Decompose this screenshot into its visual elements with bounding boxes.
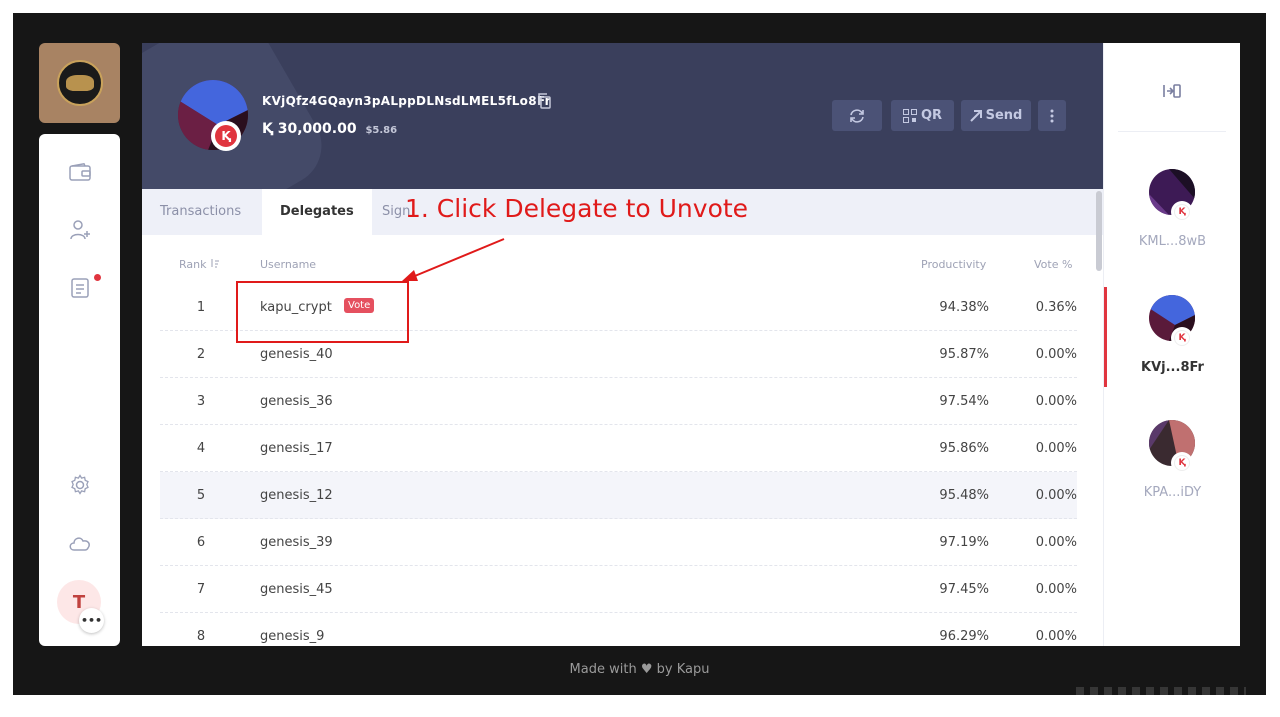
wallet-icon[interactable] <box>68 160 92 184</box>
send-label: Send <box>985 108 1023 123</box>
table-row[interactable]: 6 genesis_39 97.19% 0.00% <box>160 519 1077 566</box>
qr-icon <box>902 108 917 123</box>
username-cell[interactable]: genesis_40 <box>260 347 333 362</box>
wallet-heading: Ⱪ KVjQfz4GQayn3pALppDLNsdLMEL5fLo8Fr Ⱪ 3… <box>142 43 1103 189</box>
column-header-productivity[interactable]: Productivity <box>921 258 986 271</box>
scrollbar-thumb[interactable] <box>1096 191 1102 271</box>
productivity-cell: 96.29% <box>939 629 989 644</box>
rank-cell: 5 <box>196 488 206 503</box>
username-cell[interactable]: genesis_12 <box>260 488 333 503</box>
more-options-button[interactable]: ••• <box>79 608 104 633</box>
kapu-badge-icon: Ⱪ <box>1174 330 1190 346</box>
accounts-panel: Ⱪ KML...8wB Ⱪ KVj...8Fr Ⱪ KPA...iDY <box>1103 43 1240 646</box>
column-header-username[interactable]: Username <box>260 258 316 271</box>
username-cell[interactable]: genesis_45 <box>260 582 333 597</box>
send-button[interactable]: Send <box>961 100 1031 131</box>
add-contact-icon[interactable] <box>68 218 92 242</box>
send-arrow-icon <box>969 109 982 122</box>
vote-percent-cell: 0.00% <box>1035 394 1077 409</box>
account-name: KML...8wB <box>1138 234 1207 249</box>
account-name: KPA...iDY <box>1143 485 1202 500</box>
tab-delegates[interactable]: Delegates <box>262 189 372 235</box>
account-name: KVj...8Fr <box>1141 360 1204 375</box>
table-row[interactable]: 7 genesis_45 97.45% 0.00% <box>160 566 1077 613</box>
app-window: T ••• Ⱪ KVjQfz4GQayn3pALppDLNsdLMEL5fLo8… <box>13 13 1266 695</box>
logo-emblem-icon <box>56 60 103 106</box>
productivity-cell: 95.87% <box>939 347 989 362</box>
table-row[interactable]: 4 genesis_17 95.86% 0.00% <box>160 425 1077 472</box>
annotation-highlight-box <box>236 281 409 343</box>
rank-cell: 1 <box>196 300 206 315</box>
productivity-cell: 97.19% <box>939 535 989 550</box>
username-cell[interactable]: genesis_39 <box>260 535 333 550</box>
vote-percent-cell: 0.00% <box>1035 629 1077 644</box>
kapu-badge-icon: Ⱪ <box>1174 455 1190 471</box>
more-actions-button[interactable] <box>1038 100 1066 131</box>
balance-amount: 30,000.00 <box>277 121 357 137</box>
settings-gear-icon[interactable] <box>68 473 92 497</box>
productivity-cell: 97.54% <box>939 394 989 409</box>
qr-label: QR <box>920 108 943 123</box>
notification-dot <box>94 274 101 281</box>
sort-ascending-icon <box>211 259 219 268</box>
wallet-main-panel: Ⱪ KVjQfz4GQayn3pALppDLNsdLMEL5fLo8Fr Ⱪ 3… <box>142 43 1103 646</box>
productivity-cell: 94.38% <box>939 300 989 315</box>
productivity-cell: 95.86% <box>939 441 989 456</box>
column-header-rank[interactable]: Rank <box>179 258 220 271</box>
vote-percent-cell: 0.00% <box>1035 441 1077 456</box>
vote-percent-cell: 0.00% <box>1035 535 1077 550</box>
vote-percent-cell: 0.00% <box>1035 488 1077 503</box>
balance-fiat: $5.86 <box>365 125 398 136</box>
rank-cell: 6 <box>196 535 206 550</box>
username-cell[interactable]: genesis_17 <box>260 441 333 456</box>
table-row[interactable]: 5 genesis_12 95.48% 0.00% <box>160 472 1077 519</box>
rank-cell: 4 <box>196 441 206 456</box>
refresh-button[interactable] <box>832 100 882 131</box>
currency-symbol: Ⱪ <box>262 121 273 137</box>
username-cell[interactable]: genesis_9 <box>260 629 324 644</box>
productivity-cell: 97.45% <box>939 582 989 597</box>
rank-cell: 7 <box>196 582 206 597</box>
annotation-text: 1. Click Delegate to Unvote <box>405 194 749 223</box>
network-cloud-icon[interactable] <box>68 532 92 556</box>
table-row[interactable]: 8 genesis_9 96.29% 0.00% <box>160 613 1077 646</box>
vote-percent-cell: 0.36% <box>1035 300 1077 315</box>
copy-icon[interactable] <box>537 93 551 113</box>
vote-percent-cell: 0.00% <box>1035 582 1077 597</box>
collapse-sidebar-icon[interactable] <box>1162 83 1182 103</box>
wallet-balance: Ⱪ 30,000.00 $5.86 <box>262 121 397 137</box>
vote-percent-cell: 0.00% <box>1035 347 1077 362</box>
column-header-vote[interactable]: Vote % <box>1034 258 1072 271</box>
wallet-address: KVjQfz4GQayn3pALppDLNsdLMEL5fLo8Fr <box>262 94 551 108</box>
productivity-cell: 95.48% <box>939 488 989 503</box>
table-row[interactable]: 3 genesis_36 97.54% 0.00% <box>160 378 1077 425</box>
tab-transactions[interactable]: Transactions <box>142 189 259 235</box>
rank-cell: 8 <box>196 629 206 644</box>
qr-button[interactable]: QR <box>891 100 954 131</box>
kapu-badge-icon: Ⱪ <box>1174 204 1190 220</box>
username-cell[interactable]: genesis_36 <box>260 394 333 409</box>
refresh-icon <box>850 108 864 123</box>
rank-cell: 3 <box>196 394 206 409</box>
kapu-badge-icon: Ⱪ <box>211 121 241 151</box>
sidebar-nav: T ••• <box>39 134 120 646</box>
kapu-logo[interactable] <box>39 43 120 123</box>
footer-text: Made with ♥ by Kapu <box>569 662 710 677</box>
kebab-menu-icon <box>1050 109 1054 122</box>
announcements-icon[interactable] <box>68 276 92 300</box>
rank-cell: 2 <box>196 347 206 362</box>
